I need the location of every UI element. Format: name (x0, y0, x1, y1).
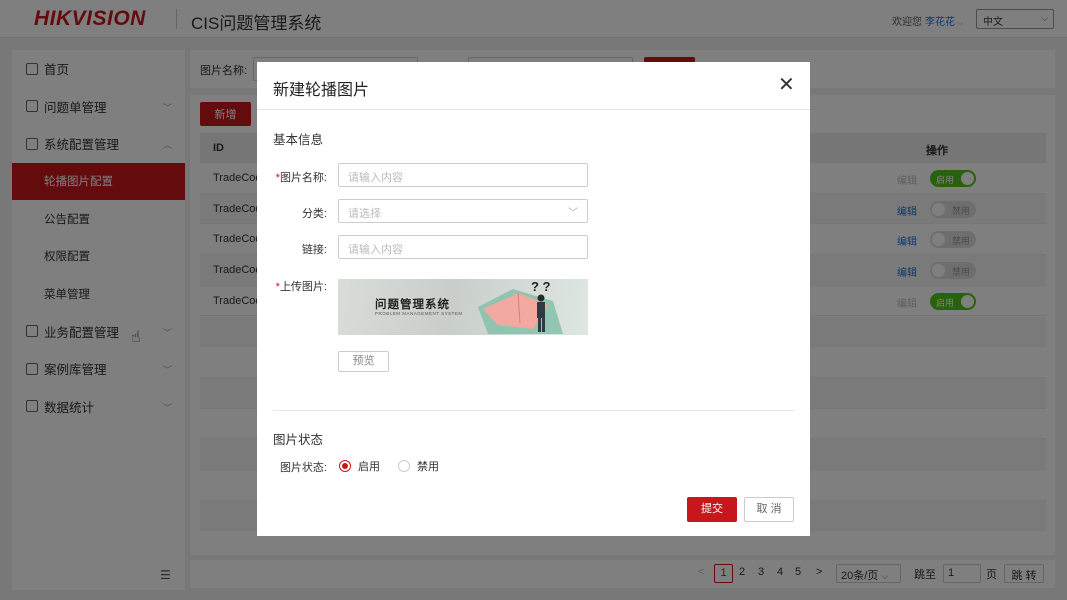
section-image-status: 图片状态 (273, 433, 324, 447)
status-option-label: 禁用 (417, 461, 439, 473)
link-label: 链接: (301, 244, 327, 256)
close-icon[interactable]: ✕ (778, 75, 795, 95)
name-label: *图片名称: (275, 172, 327, 184)
status-option-label: 启用 (358, 461, 380, 473)
status-radio-disabled[interactable]: 禁用 (398, 458, 439, 474)
dialog-title: 新建轮播图片 (273, 82, 370, 99)
chevron-down-icon: ﹀ (568, 208, 578, 219)
question-marks-icon: ? ? (531, 279, 551, 294)
radio-dot-icon (398, 460, 410, 472)
status-radio-enabled[interactable]: 启用 (339, 458, 380, 474)
dialog-header-divider (257, 109, 810, 110)
banner-subtitle: PROBLEM MANAGEMENT SYSTEM (375, 311, 463, 316)
category-label: 分类: (301, 208, 327, 220)
name-label-text: 图片名称: (279, 172, 327, 184)
category-select[interactable]: 请选择 ﹀ (338, 199, 588, 223)
radio-dot-icon (339, 460, 351, 472)
section-divider (273, 410, 794, 411)
name-input[interactable]: 请输入内容 (338, 163, 588, 187)
submit-button[interactable]: 提交 (687, 497, 737, 522)
name-placeholder: 请输入内容 (348, 172, 403, 184)
link-placeholder: 请输入内容 (348, 244, 403, 256)
upload-label: *上传图片: (275, 281, 327, 293)
uploaded-image-thumbnail[interactable]: 问题管理系统 PROBLEM MANAGEMENT SYSTEM ? ? (338, 279, 588, 335)
preview-button[interactable]: 预览 (338, 351, 389, 372)
section-basic-info: 基本信息 (273, 133, 324, 147)
category-placeholder: 请选择 (348, 208, 381, 220)
new-carousel-dialog: 新建轮播图片 ✕ 基本信息 *图片名称: 请输入内容 分类: 请选择 ﹀ 链接: … (257, 62, 810, 536)
banner-title: 问题管理系统 (375, 299, 450, 311)
status-label: 图片状态: (279, 462, 327, 474)
cancel-button[interactable]: 取 消 (744, 497, 794, 522)
upload-label-text: 上传图片: (279, 281, 327, 293)
link-input[interactable]: 请输入内容 (338, 235, 588, 259)
